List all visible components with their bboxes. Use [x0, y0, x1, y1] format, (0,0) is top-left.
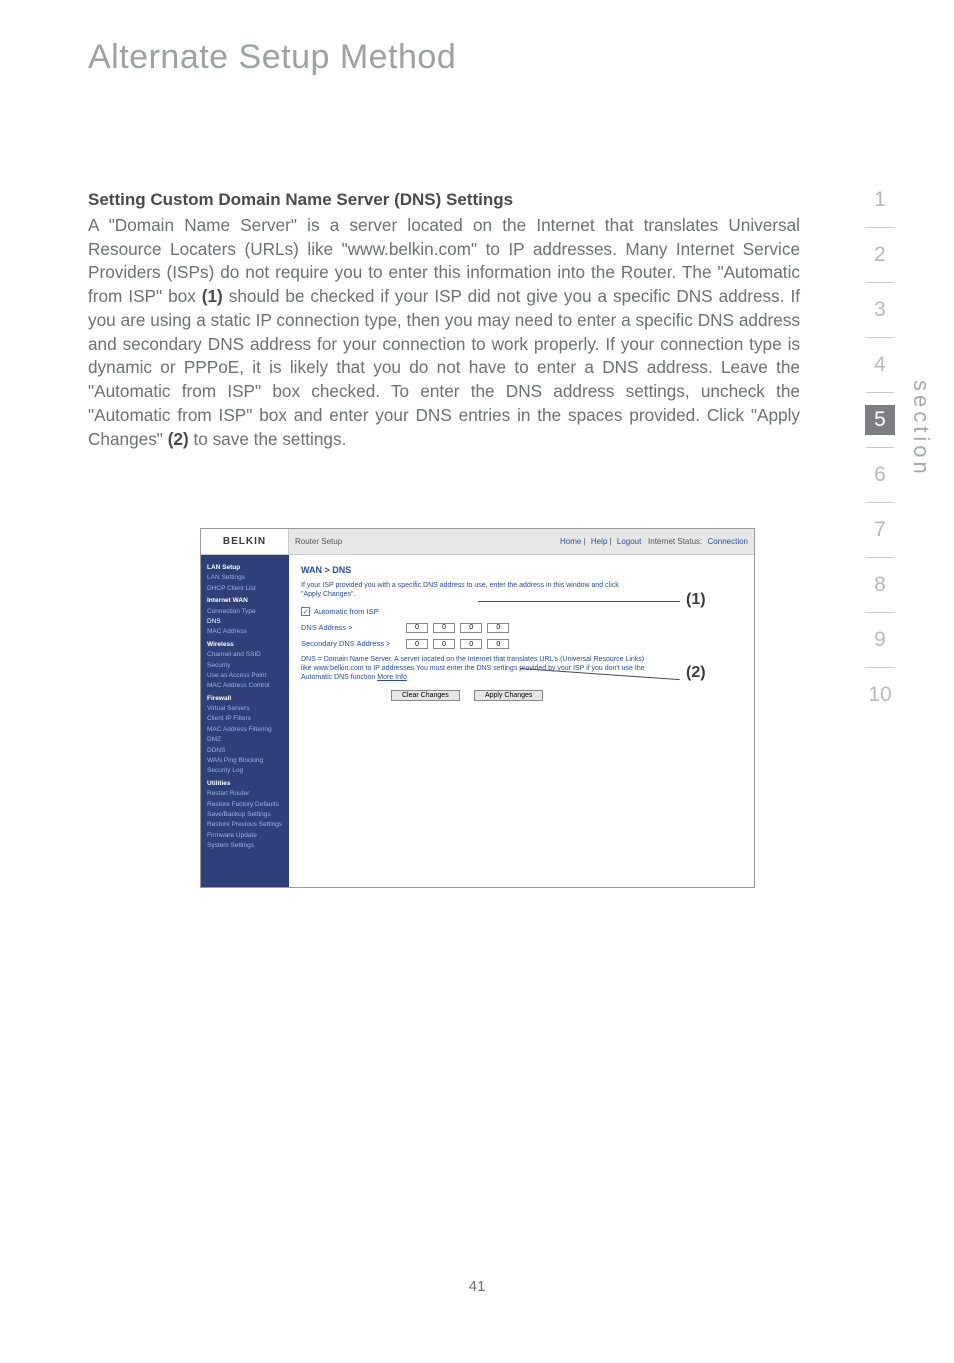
clear-changes-button[interactable]: Clear Changes [391, 690, 460, 701]
sidebar-item-mac-control[interactable]: MAC Address Control [207, 681, 289, 691]
sidebar-item-security-log[interactable]: Security Log [207, 766, 289, 776]
breadcrumb: WAN > DNS [301, 565, 742, 575]
divider [866, 557, 894, 558]
secondary-dns-label: Secondary DNS Address > [301, 639, 406, 648]
sec-dns-octet-2[interactable] [433, 639, 455, 649]
topbar-home-link[interactable]: Home [560, 537, 581, 546]
sidebar-group-utilities: Utilities [207, 779, 289, 789]
divider [866, 282, 894, 283]
page-title: Alternate Setup Method [88, 38, 456, 77]
topbar-help-link[interactable]: Help [591, 537, 607, 546]
router-topbar: Router Setup Home | Help | Logout Intern… [289, 529, 754, 555]
divider [866, 392, 894, 393]
section-tab-9[interactable]: 9 [865, 625, 895, 655]
sidebar-item-dns[interactable]: DNS [207, 617, 289, 627]
divider [866, 612, 894, 613]
section-tab-2[interactable]: 2 [865, 240, 895, 270]
callout-ref-1: (1) [202, 286, 223, 306]
sidebar-item-wan-ping[interactable]: WAN Ping Blocking [207, 756, 289, 766]
topbar-logout-link[interactable]: Logout [617, 537, 641, 546]
section-vertical-label: section [908, 380, 934, 478]
sidebar-item-mac-filtering[interactable]: MAC Address Filtering [207, 725, 289, 735]
divider [866, 447, 894, 448]
sidebar-item-restore-defaults[interactable]: Restore Factory Defaults [207, 800, 289, 810]
section-tab-6[interactable]: 6 [865, 460, 895, 490]
divider [866, 502, 894, 503]
dns-octet-2[interactable] [433, 623, 455, 633]
sidebar-item-restore-previous[interactable]: Restore Previous Settings [207, 820, 289, 830]
sidebar-item-dmz[interactable]: DMZ [207, 735, 289, 745]
more-info-link[interactable]: More Info [377, 674, 407, 681]
status-value: Connection [708, 537, 748, 546]
sidebar-item-ddns[interactable]: DDNS [207, 746, 289, 756]
panel-buttons: Clear Changes Apply Changes [391, 690, 742, 701]
router-sidebar: LAN Setup LAN Settings DHCP Client List … [201, 555, 289, 887]
subheading: Setting Custom Domain Name Server (DNS) … [88, 190, 800, 210]
sidebar-item-security[interactable]: Security [207, 661, 289, 671]
sidebar-item-restart[interactable]: Restart Router [207, 789, 289, 799]
content-block: Setting Custom Domain Name Server (DNS) … [88, 190, 800, 451]
body-text-part: should be checked if your ISP did not gi… [88, 286, 800, 448]
divider [866, 667, 894, 668]
dns-octet-3[interactable] [460, 623, 482, 633]
callout-1-label: (1) [686, 591, 706, 609]
note-text: DNS = Domain Name Server. A server locat… [301, 656, 645, 681]
sidebar-item-save-backup[interactable]: Save/Backup Settings [207, 810, 289, 820]
section-tab-1[interactable]: 1 [865, 185, 895, 215]
sidebar-item-virtual-servers[interactable]: Virtual Servers [207, 704, 289, 714]
dns-address-fields [406, 622, 512, 633]
section-tab-8[interactable]: 8 [865, 570, 895, 600]
callout-ref-2: (2) [168, 429, 189, 449]
sidebar-item-connection-type[interactable]: Connection Type [207, 607, 289, 617]
secondary-dns-row: Secondary DNS Address > [301, 639, 742, 650]
dns-octet-4[interactable] [487, 623, 509, 633]
auto-from-isp-checkbox[interactable]: ✓ [301, 607, 310, 616]
sec-dns-octet-3[interactable] [460, 639, 482, 649]
router-topbar-title: Router Setup [295, 537, 342, 546]
router-screenshot: BELKIN Router Setup Home | Help | Logout… [200, 528, 755, 888]
dns-octet-1[interactable] [406, 623, 428, 633]
status-label: Internet Status: [648, 537, 702, 546]
sidebar-item-mac-address[interactable]: MAC Address [207, 627, 289, 637]
section-tab-10[interactable]: 10 [865, 680, 895, 710]
sidebar-group-wan: Internet WAN [207, 596, 289, 606]
page-number: 41 [0, 1278, 954, 1295]
body-paragraph: A "Domain Name Server" is a server locat… [88, 214, 800, 451]
section-tab-5[interactable]: 5 [865, 405, 895, 435]
panel-intro: If your ISP provided you with a specific… [301, 581, 631, 599]
section-tab-4[interactable]: 4 [865, 350, 895, 380]
sidebar-item-system-settings[interactable]: System Settings [207, 841, 289, 851]
router-logo: BELKIN [201, 529, 289, 555]
apply-changes-button[interactable]: Apply Changes [474, 690, 543, 701]
sec-dns-octet-4[interactable] [487, 639, 509, 649]
router-main-panel: WAN > DNS If your ISP provided you with … [289, 555, 754, 887]
callout-1-leader [478, 601, 680, 602]
section-tabstrip: 1 2 3 4 5 6 7 8 9 10 [864, 185, 896, 722]
section-tab-3[interactable]: 3 [865, 295, 895, 325]
router-topbar-links: Home | Help | Logout Internet Status: Co… [557, 537, 748, 546]
dns-address-row: DNS Address > [301, 622, 742, 633]
auto-from-isp-row: ✓ Automatic from ISP [301, 607, 742, 616]
dns-address-label: DNS Address > [301, 623, 406, 632]
sidebar-item-channel-ssid[interactable]: Channel and SSID [207, 650, 289, 660]
sidebar-group-firewall: Firewall [207, 694, 289, 704]
divider [866, 227, 894, 228]
sidebar-group-lan: LAN Setup [207, 563, 289, 573]
sidebar-item-client-ip-filters[interactable]: Client IP Filters [207, 714, 289, 724]
section-tab-7[interactable]: 7 [865, 515, 895, 545]
secondary-dns-fields [406, 639, 512, 650]
divider [866, 337, 894, 338]
sidebar-item-dhcp-client-list[interactable]: DHCP Client List [207, 584, 289, 594]
sidebar-item-lan-settings[interactable]: LAN Settings [207, 573, 289, 583]
sec-dns-octet-1[interactable] [406, 639, 428, 649]
body-text-part: to save the settings. [189, 429, 347, 449]
sidebar-group-wireless: Wireless [207, 640, 289, 650]
callout-2-label: (2) [686, 664, 706, 682]
auto-from-isp-label: Automatic from ISP [314, 607, 379, 616]
panel-note: DNS = Domain Name Server. A server locat… [301, 655, 651, 682]
sidebar-item-access-point[interactable]: Use as Access Point [207, 671, 289, 681]
sidebar-item-firmware-update[interactable]: Firmware Update [207, 831, 289, 841]
